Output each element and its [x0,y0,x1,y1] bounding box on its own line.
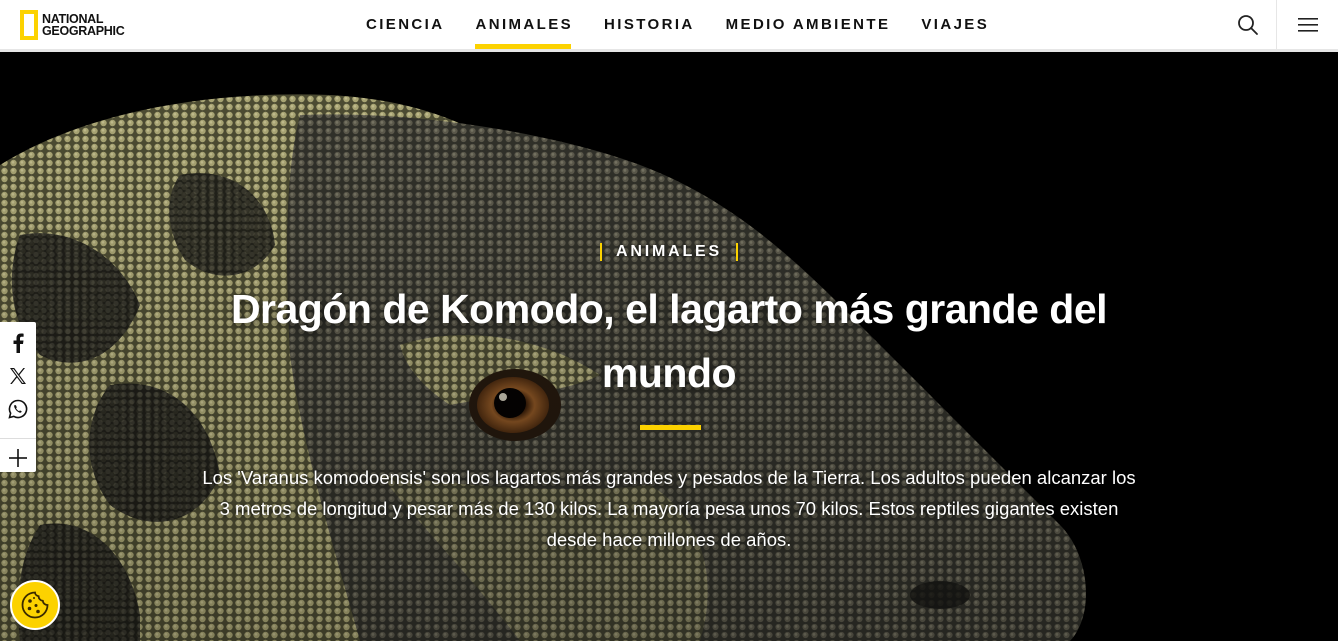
search-button[interactable] [1222,0,1274,49]
hamburger-menu-icon [1297,17,1318,32]
site-header: NATIONAL GEOGRAPHIC CIENCIA ANIMALES HIS… [0,0,1338,52]
article-dek: Los 'Varanus komodoensis' son los lagart… [202,467,1136,550]
share-facebook-button[interactable] [0,326,36,359]
facebook-icon [13,333,24,353]
x-icon [10,367,26,384]
article-title: Dragón de Komodo, el lagarto más grande … [230,286,1108,396]
logo-line-2: GEOGRAPHIC [42,24,125,38]
menu-button[interactable] [1276,0,1338,49]
logo-yellow-frame [20,10,38,40]
title-underline [640,425,701,430]
nav-item-historia[interactable]: HISTORIA [604,0,695,49]
kicker-label: ANIMALES [616,243,722,260]
cookie-icon [21,591,49,619]
share-whatsapp-button[interactable] [0,392,36,425]
nav-item-ciencia[interactable]: CIENCIA [366,0,444,49]
main-nav: CIENCIA ANIMALES HISTORIA MEDIO AMBIENTE… [366,0,1020,52]
share-x-button[interactable] [0,359,36,392]
kicker-left-bar [600,243,603,261]
whatsapp-icon [8,399,28,419]
share-more-button[interactable] [0,438,36,476]
kicker-right-bar [735,243,738,261]
nat-geo-logo[interactable]: NATIONAL GEOGRAPHIC [20,9,125,41]
category-kicker[interactable]: ANIMALES [0,243,1338,261]
share-rail [0,322,36,472]
nav-item-viajes[interactable]: VIAJES [921,0,989,49]
hero-section: ANIMALES Dragón de Komodo, el lagarto má… [0,55,1338,641]
nav-item-medio-ambiente[interactable]: MEDIO AMBIENTE [726,0,891,49]
nav-item-animales[interactable]: ANIMALES [475,0,573,49]
plus-icon [9,448,27,467]
cookie-settings-button[interactable] [10,580,60,630]
search-icon [1238,14,1258,35]
